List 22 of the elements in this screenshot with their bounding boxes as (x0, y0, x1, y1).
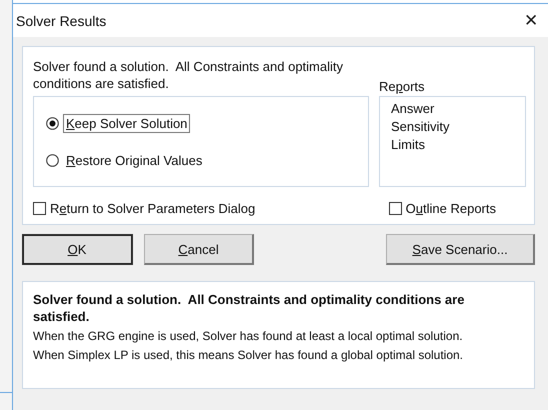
option-label[interactable]: Restore Original Values (63, 150, 206, 170)
checkbox-label[interactable]: Outline Reports (406, 201, 496, 216)
result-message: Solver found a solution. All Constraints and optimality conditions are satisfied. (33, 58, 344, 92)
dialog-button[interactable]: Save Scenario... (386, 234, 535, 265)
checkbox-label[interactable]: Return to Solver Parameters Dialog (50, 201, 256, 216)
reports-label: Reports (379, 79, 426, 94)
report-item[interactable]: Answer (391, 100, 525, 117)
radio-button[interactable] (46, 116, 59, 130)
checkbox[interactable] (33, 202, 46, 215)
dialog-button[interactable]: OK (22, 234, 133, 265)
details-heading: Solver found a solution. All Constraints and optimality conditions are satisfied. (33, 291, 466, 325)
checkbox[interactable] (388, 202, 402, 215)
details-text: When Simplex LP is used, this means Solver has found a global optimal solution. (33, 347, 464, 363)
radio-button[interactable] (46, 154, 59, 166)
reports-list[interactable]: Answer Sensitivity Limits (379, 96, 526, 187)
option-label[interactable]: Keep Solver Solution (63, 114, 190, 132)
report-item[interactable]: Sensitivity (391, 118, 525, 135)
dialog-button[interactable]: Cancel (144, 234, 254, 265)
window-title: Solver Results (16, 12, 106, 28)
report-item[interactable]: Limits (391, 136, 525, 153)
details-text: When the GRG engine is used, Solver has found at least a local optimal solution. (33, 328, 464, 344)
close-button[interactable]: ✕ (524, 10, 538, 31)
